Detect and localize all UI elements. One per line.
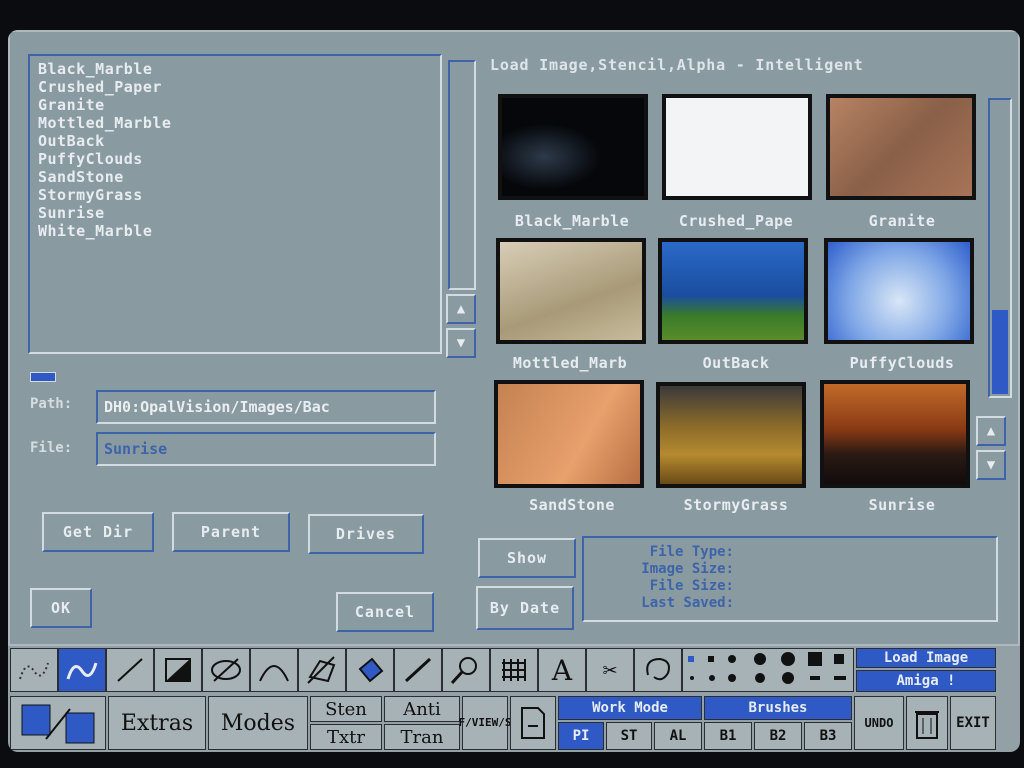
stencil-button[interactable]: Sten (310, 696, 382, 722)
thumbnail-caption: SandStone (529, 496, 615, 514)
filled-rectangle-icon[interactable] (154, 648, 202, 692)
page-icon[interactable] (510, 696, 556, 750)
thumbnail-sunrise[interactable] (820, 380, 970, 488)
scissors-icon[interactable]: ✂ (586, 648, 634, 692)
dotted-freehand-icon[interactable] (10, 648, 58, 692)
thumbnail-puffy-clouds[interactable] (824, 238, 974, 344)
thumbnail-caption: Mottled_Marb (512, 354, 628, 372)
work-mode-label: Work Mode (558, 696, 702, 720)
file-label: File: (30, 440, 73, 456)
preview-title: Load Image,Stencil,Alpha - Intelligent (490, 56, 864, 74)
transparency-button[interactable]: Tran (384, 724, 460, 750)
scrollbar-knob[interactable] (992, 310, 1008, 394)
list-item[interactable]: White_Marble (38, 222, 432, 240)
file-list-scrollbar[interactable] (448, 60, 476, 290)
undo-button[interactable]: UNDO (854, 696, 904, 750)
thumbnail-crushed-paper[interactable] (662, 94, 812, 200)
list-item[interactable]: Black_Marble (38, 60, 432, 78)
antialias-button[interactable]: Anti (384, 696, 460, 722)
brush-b2-button[interactable]: B2 (754, 722, 802, 750)
thumbnail-black-marble[interactable] (498, 94, 648, 200)
airbrush-icon[interactable] (394, 648, 442, 692)
curve-icon[interactable] (250, 648, 298, 692)
mode-pi-button[interactable]: PI (558, 722, 604, 750)
file-requester-dialog: Black_Marble Crushed_Paper Granite Mottl… (8, 30, 1020, 646)
by-date-button[interactable]: By Date (476, 586, 574, 630)
show-button[interactable]: Show (478, 538, 576, 578)
thumbnail-granite[interactable] (826, 94, 976, 200)
brush-b1-button[interactable]: B1 (704, 722, 752, 750)
trash-icon[interactable] (906, 696, 948, 750)
list-item[interactable]: Granite (38, 96, 432, 114)
lasso-icon[interactable] (634, 648, 682, 692)
list-size-gadget[interactable] (30, 372, 56, 382)
drives-button[interactable]: Drives (308, 514, 424, 554)
file-list[interactable]: Black_Marble Crushed_Paper Granite Mottl… (28, 54, 442, 354)
file-field[interactable]: Sunrise (96, 432, 436, 466)
cancel-button[interactable]: Cancel (336, 592, 434, 632)
ellipse-icon[interactable] (202, 648, 250, 692)
path-label: Path: (30, 396, 73, 412)
thumbnail-caption: Black_Marble (514, 212, 630, 230)
mode-st-button[interactable]: ST (606, 722, 652, 750)
exit-button[interactable]: EXIT (950, 696, 996, 750)
mode-al-button[interactable]: AL (654, 722, 702, 750)
thumbnail-caption: Crushed_Pape (678, 212, 794, 230)
brush-b3-button[interactable]: B3 (804, 722, 852, 750)
list-item[interactable]: PuffyClouds (38, 150, 432, 168)
brush-size-selector[interactable] (682, 648, 854, 692)
thumbnail-mottled-marble[interactable] (496, 238, 646, 344)
last-saved-label: Last Saved: (641, 595, 734, 611)
list-item[interactable]: Crushed_Paper (38, 78, 432, 96)
thumbnail-caption: PuffyClouds (849, 354, 955, 372)
text-tool-icon[interactable]: A (538, 648, 586, 692)
list-item[interactable]: SandStone (38, 168, 432, 186)
parent-button[interactable]: Parent (172, 512, 290, 552)
thumbnail-stormy-grass[interactable] (656, 382, 806, 488)
brushes-label: Brushes (704, 696, 852, 720)
image-size-label: Image Size: (641, 561, 734, 577)
thumbnail-caption: Sunrise (868, 496, 936, 514)
freehand-icon[interactable] (58, 648, 106, 692)
line-icon[interactable] (106, 648, 154, 692)
swap-screen-icon[interactable] (10, 696, 106, 750)
view-button[interactable]: F/VIEW/S (459, 696, 512, 750)
thumbnail-caption: Granite (868, 212, 936, 230)
monitor-screen: Black_Marble Crushed_Paper Granite Mottl… (8, 30, 1020, 752)
scroll-up-icon[interactable]: ▲ (976, 416, 1006, 446)
file-info-panel: File Type: Image Size: File Size: Last S… (582, 536, 998, 622)
fill-bucket-icon[interactable] (346, 648, 394, 692)
polygon-fill-icon[interactable] (298, 648, 346, 692)
thumbnail-caption: OutBack (702, 354, 770, 372)
modes-button[interactable]: Modes (208, 696, 308, 750)
path-field[interactable]: DH0:OpalVision/Images/Bac (96, 390, 436, 424)
thumbnail-outback[interactable] (658, 238, 808, 344)
file-type-label: File Type: (649, 544, 734, 560)
scroll-down-icon[interactable]: ▼ (976, 450, 1006, 480)
preview-scrollbar[interactable] (988, 98, 1012, 398)
texture-button[interactable]: Txtr (310, 724, 382, 750)
scroll-up-icon[interactable]: ▲ (446, 294, 476, 324)
scroll-down-icon[interactable]: ▼ (446, 328, 476, 358)
list-item[interactable]: OutBack (38, 132, 432, 150)
list-item[interactable]: Sunrise (38, 204, 432, 222)
list-item[interactable]: StormyGrass (38, 186, 432, 204)
magnify-icon[interactable] (442, 648, 490, 692)
list-item[interactable]: Mottled_Marble (38, 114, 432, 132)
extras-button[interactable]: Extras (108, 696, 206, 750)
thumbnail-caption: StormyGrass (683, 496, 789, 514)
get-dir-button[interactable]: Get Dir (42, 512, 154, 552)
file-size-label: File Size: (649, 578, 734, 594)
amiga-button[interactable]: Amiga ! (856, 670, 996, 692)
tool-palette: A ✂ Load Image Amiga ! Extras Modes Sten… (8, 646, 1020, 752)
ok-button[interactable]: OK (30, 588, 92, 628)
thumbnail-sandstone[interactable] (494, 380, 644, 488)
grid-icon[interactable] (490, 648, 538, 692)
load-image-indicator: Load Image (856, 648, 996, 668)
